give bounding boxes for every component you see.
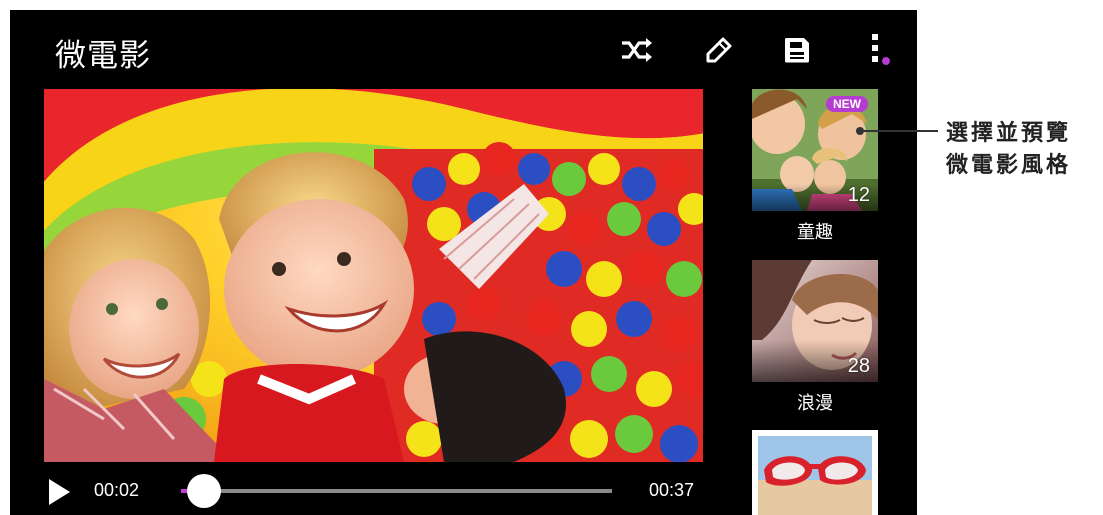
- play-button[interactable]: [42, 475, 76, 509]
- style-label: 童趣: [797, 222, 833, 243]
- seek-bar[interactable]: [181, 489, 612, 493]
- new-badge: NEW: [826, 96, 868, 112]
- more-options-button[interactable]: [855, 28, 899, 72]
- callout-line: [862, 130, 938, 132]
- style-thumbnail: 28: [752, 260, 878, 382]
- style-label: 浪漫: [797, 393, 833, 414]
- style-clip-count: 12: [847, 184, 870, 206]
- save-icon: [785, 38, 809, 63]
- callout-text: 選擇並預覽 微電影風格: [946, 121, 1072, 178]
- video-frame-image: [44, 89, 703, 462]
- page-title: 微電影: [55, 38, 151, 74]
- video-preview[interactable]: [44, 89, 703, 462]
- style-thumbnail: [752, 430, 878, 515]
- shuffle-button[interactable]: [615, 28, 659, 72]
- edit-icon: [706, 37, 732, 63]
- style-clip-count: 28: [847, 355, 870, 377]
- seek-thumb[interactable]: [187, 474, 222, 508]
- more-options-icon: [872, 34, 890, 65]
- style-item-romance[interactable]: 28 浪漫: [752, 260, 878, 414]
- style-item-kids[interactable]: NEW 12 童趣: [752, 89, 878, 243]
- app-screen: 微電影 00:02 00:37 NEW 12 童趣 28 浪漫: [10, 10, 917, 515]
- shuffle-icon: [622, 38, 652, 62]
- total-time: 00:37: [649, 480, 695, 500]
- edit-button[interactable]: [697, 28, 741, 72]
- summer-thumbnail-image: [752, 430, 878, 515]
- play-icon: [49, 479, 70, 505]
- style-item-summer[interactable]: [752, 430, 878, 515]
- save-button[interactable]: [775, 28, 819, 72]
- notification-dot: [882, 57, 890, 65]
- style-thumbnail: NEW 12: [752, 89, 878, 211]
- current-time: 00:02: [94, 480, 140, 500]
